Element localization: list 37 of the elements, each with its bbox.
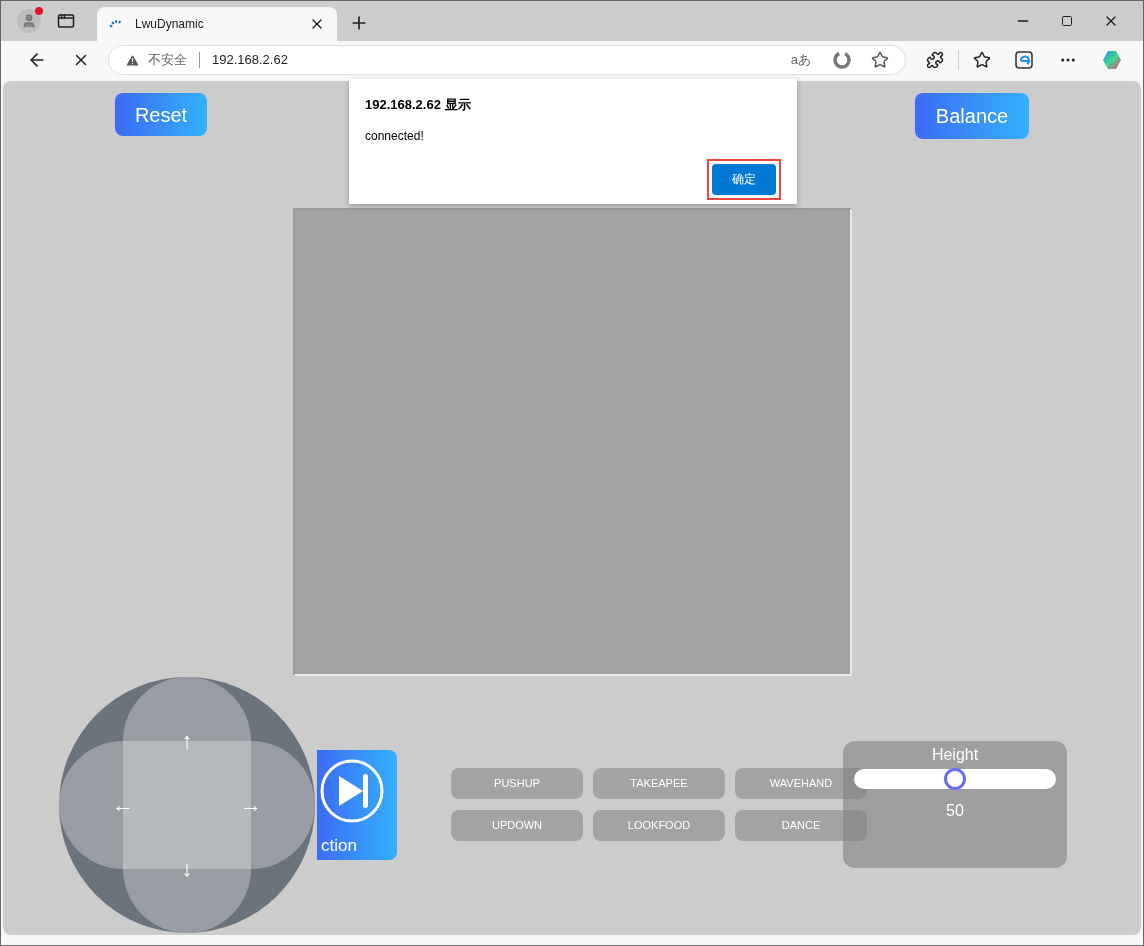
url-text[interactable]: 192.168.2.62: [212, 50, 288, 70]
refresh-circle-icon[interactable]: [833, 51, 851, 69]
tab-title: LwuDynamic: [135, 16, 205, 33]
down-arrow[interactable]: ↓: [181, 858, 193, 880]
browser-tab[interactable]: LwuDynamic: [97, 7, 337, 41]
favorites-list-icon[interactable]: [973, 51, 991, 69]
extensions-icon[interactable]: [926, 51, 944, 69]
command-button[interactable]: DANCE: [735, 810, 867, 841]
left-arrow[interactable]: ←: [112, 794, 134, 816]
action-button[interactable]: ction: [317, 750, 397, 860]
read-aloud-button[interactable]: aあ: [790, 50, 811, 70]
favorite-icon[interactable]: [871, 51, 889, 69]
command-button[interactable]: WAVEHAND: [735, 768, 867, 799]
skip-forward-icon: [319, 758, 385, 824]
joystick[interactable]: ↑ ← → ↓: [59, 677, 315, 933]
address-bar[interactable]: 不安全 192.168.2.62 aあ: [108, 45, 906, 75]
command-button[interactable]: LOOKFOOD: [593, 810, 725, 841]
profile-icon[interactable]: [17, 9, 41, 33]
dialog-title: 192.168.2.62 显示: [365, 96, 472, 114]
ok-button[interactable]: 确定: [712, 163, 776, 195]
command-button[interactable]: TAKEAPEE: [593, 768, 725, 799]
maximize-icon[interactable]: [1061, 15, 1073, 27]
balance-button[interactable]: Balance: [915, 93, 1029, 139]
security-label[interactable]: 不安全: [148, 50, 187, 70]
warning-icon[interactable]: [125, 52, 140, 68]
command-button[interactable]: PUSHUP: [451, 768, 583, 799]
right-arrow[interactable]: →: [240, 794, 262, 816]
loading-spinner-icon: [109, 19, 123, 29]
reset-button[interactable]: Reset: [115, 93, 207, 136]
slider-thumb[interactable]: [944, 768, 966, 790]
tab-actions-icon[interactable]: [57, 12, 75, 30]
command-button[interactable]: UPDOWN: [451, 810, 583, 841]
height-slider[interactable]: [854, 769, 1056, 789]
height-label: Height: [931, 745, 979, 765]
dialog-message: connected!: [365, 127, 425, 145]
up-arrow[interactable]: ↑: [181, 730, 193, 752]
height-value: 50: [946, 801, 964, 821]
